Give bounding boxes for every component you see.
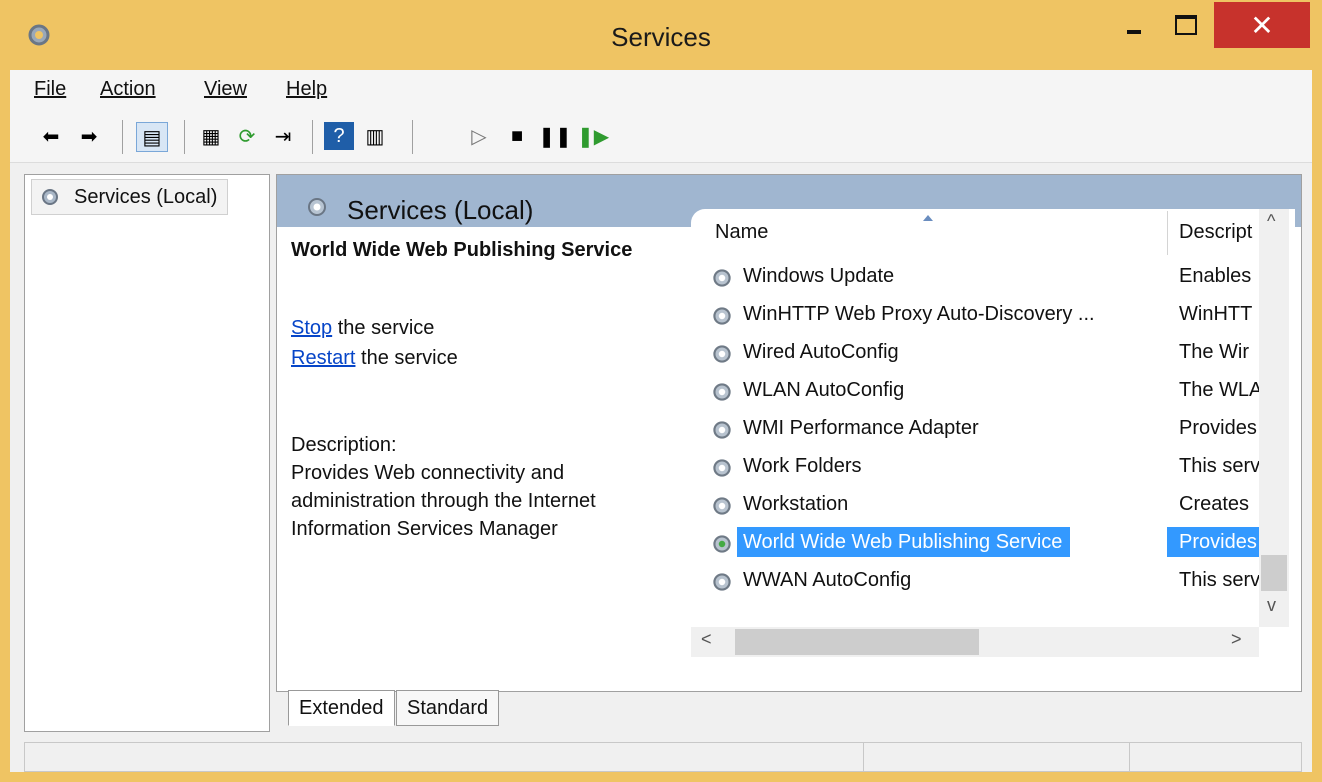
resume-icon[interactable]: ❚▶	[577, 122, 609, 150]
tab-extended[interactable]: Extended	[288, 690, 395, 726]
tree-item-label: Services (Local)	[74, 185, 218, 208]
services-gear-icon	[42, 189, 58, 205]
service-gear-icon	[713, 269, 731, 287]
description-body: Provides Web connectivity and administra…	[291, 462, 596, 540]
stop-line: Stop the service	[291, 317, 435, 339]
stop-link[interactable]: Stop	[291, 317, 332, 339]
service-name: Wired AutoConfig	[743, 340, 899, 363]
service-gear-icon	[713, 345, 731, 363]
forward-arrow-icon[interactable]: ➡	[74, 122, 104, 150]
restart-line: Restart the service	[291, 347, 458, 369]
export-icon[interactable]: ⇥	[268, 122, 298, 150]
close-icon: ✕	[1250, 9, 1274, 41]
service-list: Name Descript Windows Update Enables Win…	[691, 209, 1295, 673]
refresh-icon[interactable]: ⟳	[232, 122, 262, 150]
service-running-gear-icon	[713, 535, 731, 553]
table-row[interactable]: Work Folders This serv	[691, 447, 1260, 485]
menu-bar: File Action View Help	[10, 70, 1312, 110]
column-header-name[interactable]: Name	[715, 209, 768, 255]
console-tree-icon[interactable]: ▤	[136, 122, 168, 152]
table-row[interactable]: WMI Performance Adapter Provides	[691, 409, 1257, 447]
status-bar	[24, 742, 1302, 772]
tab-standard[interactable]: Standard	[396, 690, 500, 726]
horizontal-scroll-thumb[interactable]	[735, 629, 979, 655]
service-name: Work Folders	[743, 454, 862, 477]
service-name: WWAN AutoConfig	[743, 568, 912, 591]
menu-action[interactable]: Action	[100, 78, 156, 101]
table-row[interactable]: Workstation Creates	[691, 485, 1257, 523]
description-label: Description:	[291, 434, 397, 456]
menu-help[interactable]: Help	[286, 78, 327, 101]
pause-icon[interactable]: ❚❚	[538, 122, 572, 150]
back-arrow-icon[interactable]: ⬅	[36, 122, 66, 150]
minimize-button[interactable]	[1110, 2, 1158, 48]
tree-item-services-local[interactable]: Services (Local)	[31, 179, 229, 215]
service-description-cell: This serv	[1179, 568, 1261, 591]
service-gear-icon	[713, 459, 731, 477]
service-description-cell: The WLA	[1179, 378, 1263, 401]
title-bar[interactable]: Services ✕	[0, 0, 1322, 70]
column-header-description[interactable]: Descript	[1179, 209, 1252, 255]
services-window: Services ✕ File Action View Help ⬅ ➡ ▤ ▦…	[0, 0, 1322, 782]
service-gear-icon	[713, 497, 731, 515]
service-gear-icon	[713, 573, 731, 591]
service-name: Windows Update	[743, 264, 895, 287]
vertical-scroll-thumb[interactable]	[1261, 555, 1287, 591]
toolbar: ⬅ ➡ ▤ ▦ ⟳ ⇥ ? ▥ ▷ ■ ❚❚ ❚▶	[10, 110, 1312, 163]
service-title: World Wide Web Publishing Service	[291, 239, 633, 261]
service-description-cell: Provides	[1167, 527, 1269, 557]
vertical-scrollbar[interactable]: ^ v	[1259, 209, 1289, 627]
horizontal-scrollbar[interactable]: < >	[691, 627, 1259, 657]
service-description-cell: This serv	[1179, 454, 1261, 477]
sort-ascending-icon	[923, 215, 933, 221]
services-gear-icon	[308, 198, 326, 216]
stop-icon[interactable]: ■	[502, 122, 532, 150]
services-main-pane: Services (Local) World Wide Web Publishi…	[276, 174, 1302, 692]
pane-title: Services (Local)	[347, 195, 534, 225]
scroll-left-icon[interactable]: <	[701, 629, 712, 650]
table-row[interactable]: WinHTTP Web Proxy Auto-Discovery ... Win…	[691, 295, 1257, 333]
table-row[interactable]: Wired AutoConfig The Wir	[691, 333, 1257, 371]
close-button[interactable]: ✕	[1214, 2, 1310, 48]
menu-file[interactable]: File	[34, 78, 66, 101]
service-description-cell: Provides	[1179, 416, 1257, 439]
service-gear-icon	[713, 421, 731, 439]
service-gear-icon	[713, 383, 731, 401]
table-row[interactable]: WWAN AutoConfig This serv	[691, 561, 1260, 599]
service-description-cell: WinHTT	[1179, 302, 1253, 325]
restart-link[interactable]: Restart	[291, 347, 355, 369]
description-panel: World Wide Web Publishing Service Stop t…	[277, 227, 691, 691]
table-row[interactable]: WLAN AutoConfig The WLA	[691, 371, 1262, 409]
service-gear-icon	[713, 307, 731, 325]
table-row-selected[interactable]: World Wide Web Publishing Service Provid…	[691, 523, 1269, 561]
maximize-button[interactable]	[1162, 2, 1210, 48]
table-row[interactable]: Windows Update Enables	[691, 257, 1257, 295]
console-tree[interactable]: Services (Local)	[24, 174, 270, 732]
service-description-cell: Creates	[1179, 492, 1250, 515]
service-name: WMI Performance Adapter	[743, 416, 979, 439]
service-name: WinHTTP Web Proxy Auto-Discovery ...	[743, 302, 1095, 325]
help-icon[interactable]: ?	[324, 122, 354, 150]
show-hide-icon[interactable]: ▥	[360, 122, 390, 150]
service-description-cell: Enables	[1179, 264, 1252, 287]
service-name: WLAN AutoConfig	[743, 378, 905, 401]
menu-view[interactable]: View	[204, 78, 247, 101]
service-name: Workstation	[743, 492, 849, 515]
client-area: File Action View Help ⬅ ➡ ▤ ▦ ⟳ ⇥ ? ▥ ▷ …	[10, 70, 1312, 772]
scroll-up-icon[interactable]: ^	[1267, 211, 1275, 232]
scroll-down-icon[interactable]: v	[1267, 595, 1276, 616]
view-tabs: Extended Standard	[276, 690, 1302, 730]
scroll-right-icon[interactable]: >	[1231, 629, 1242, 650]
properties-icon[interactable]: ▦	[196, 122, 226, 150]
service-description: Description: Provides Web connectivity a…	[291, 431, 681, 543]
service-description-cell: The Wir	[1179, 340, 1249, 363]
play-icon[interactable]: ▷	[464, 122, 494, 150]
service-name: World Wide Web Publishing Service	[737, 527, 1071, 557]
